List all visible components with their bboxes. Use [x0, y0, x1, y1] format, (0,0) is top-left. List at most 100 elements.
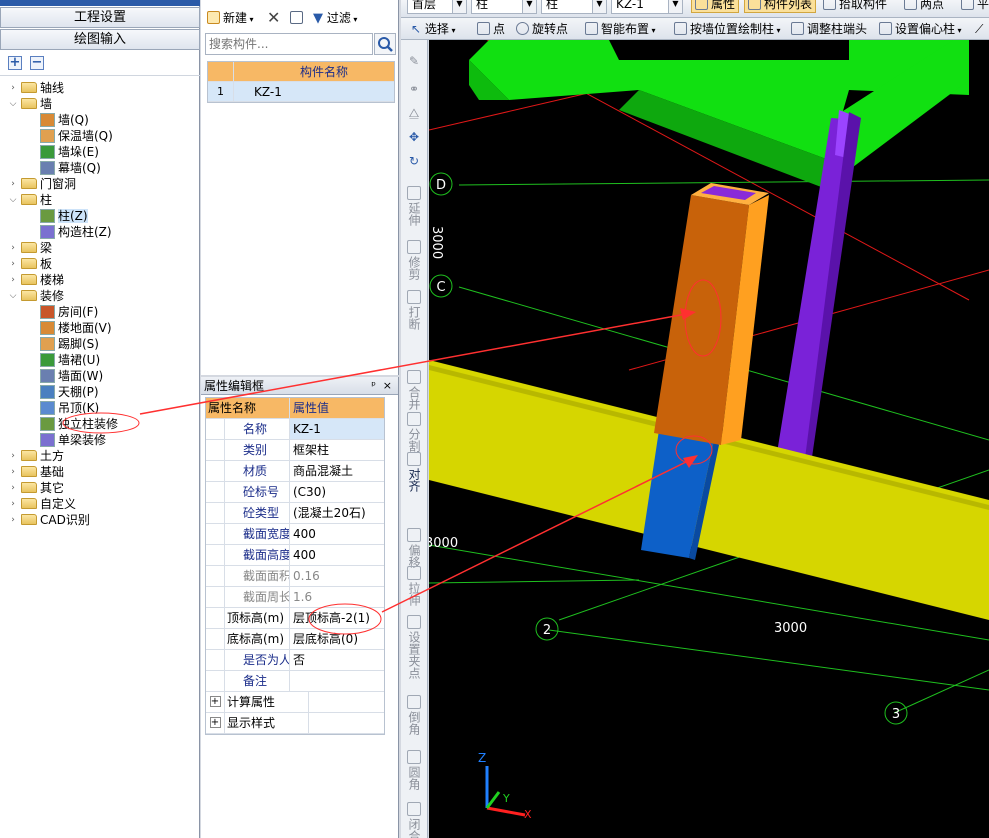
collapse-icon[interactable]: ⌵	[8, 288, 18, 304]
filter-button[interactable]: ▼ 过滤 ▾	[313, 10, 357, 26]
property-value[interactable]	[290, 671, 384, 691]
property-row[interactable]: 7截面高度(400	[206, 545, 384, 566]
tree-folder-node[interactable]: › 自定义	[8, 496, 76, 512]
adjust-end-button[interactable]: 调整柱端头	[791, 20, 867, 38]
tree-item-node[interactable]: 构造柱(Z)	[40, 224, 112, 240]
rotate-tool-icon[interactable]: ↻	[404, 154, 424, 168]
pin-icon[interactable]: ᵖ	[371, 377, 376, 395]
tree-item-node[interactable]: 楼地面(V)	[40, 320, 112, 336]
tree-folder-node[interactable]: › 土方	[8, 448, 64, 464]
pick-component-button[interactable]: 拾取构件	[823, 0, 887, 14]
expand-group-icon[interactable]: +	[209, 716, 221, 728]
tree-item-node[interactable]: 吊顶(K)	[40, 400, 99, 416]
property-value[interactable]	[309, 692, 384, 712]
delete-icon[interactable]: ✕	[267, 10, 280, 26]
property-value[interactable]	[309, 713, 384, 733]
tree-folder-node[interactable]: › 板	[8, 256, 52, 272]
tree-folder-node[interactable]: › CAD识别	[8, 512, 90, 528]
vertical-tool-button[interactable]: 对齐	[404, 452, 424, 495]
expand-icon[interactable]: ›	[8, 272, 18, 288]
move-icon[interactable]: ✥	[404, 130, 424, 144]
vertical-tool-button[interactable]: 分割	[404, 412, 424, 455]
property-row[interactable]: 4 砼标号 (C30)	[206, 482, 384, 503]
expand-icon[interactable]: ›	[8, 176, 18, 192]
tree-folder-node[interactable]: › 其它	[8, 480, 64, 496]
close-icon[interactable]: ×	[383, 377, 392, 395]
property-button[interactable]: 属性	[691, 0, 740, 13]
property-value[interactable]: 层底标高(0)	[290, 629, 384, 649]
property-row[interactable]: + 显示样式	[206, 713, 384, 734]
draw-by-wall-button[interactable]: 按墙位置绘制柱 ▾	[674, 20, 781, 38]
property-row[interactable]: 8截面面积(m0.16	[206, 566, 384, 587]
expand-icon[interactable]: ›	[8, 496, 18, 512]
property-row[interactable]: 1 名称 KZ-1	[206, 419, 384, 440]
tree-item-node[interactable]: 幕墙(Q)	[40, 160, 101, 176]
expand-icon[interactable]: ›	[8, 240, 18, 256]
tree-item-node[interactable]: 柱(Z)	[40, 208, 88, 224]
vertical-tool-button[interactable]: 偏移	[404, 528, 424, 571]
vertical-tool-button[interactable]: 拉伸	[404, 566, 424, 609]
drawing-input-button[interactable]: 绘图输入	[0, 29, 200, 50]
vertical-tool-button[interactable]: 闭合	[404, 802, 424, 838]
tree-item-node[interactable]: 墙(Q)	[40, 112, 89, 128]
tree-folder-node[interactable]: ⌵ 装修	[8, 288, 64, 304]
vertical-tool-button[interactable]: 打断	[404, 290, 424, 333]
property-value[interactable]: 否	[290, 650, 384, 670]
property-value[interactable]: 框架柱	[290, 440, 384, 460]
table-row[interactable]: 1 KZ-1	[208, 82, 394, 102]
property-row[interactable]: 12是否为人防否	[206, 650, 384, 671]
brush-icon[interactable]: ✎	[404, 54, 424, 68]
tree-item-node[interactable]: 墙裙(U)	[40, 352, 100, 368]
property-row[interactable]: 13 备注	[206, 671, 384, 692]
two-point-button[interactable]: 两点	[904, 0, 944, 14]
floor-select[interactable]: 首层 ▼	[407, 0, 467, 14]
property-row[interactable]: + 计算属性	[206, 692, 384, 713]
expand-icon[interactable]: ›	[8, 256, 18, 272]
search-input[interactable]	[205, 33, 373, 55]
tree-item-node[interactable]: 天棚(P)	[40, 384, 99, 400]
collapse-icon[interactable]: ⌵	[8, 192, 18, 208]
vertical-tool-button[interactable]: 倒角	[404, 695, 424, 738]
tree-folder-node[interactable]: › 梁	[8, 240, 52, 256]
new-button[interactable]: 新建 ▾	[207, 10, 254, 26]
tree-item-node[interactable]: 保温墙(Q)	[40, 128, 113, 144]
tree-folder-node[interactable]: › 轴线	[8, 80, 64, 96]
property-value[interactable]: KZ-1	[290, 419, 384, 439]
tree-item-node[interactable]: 踢脚(S)	[40, 336, 99, 352]
3d-viewport[interactable]: D C 2 3 3000 3000 3000 Z Y X	[429, 40, 989, 838]
expand-all-icon[interactable]: +	[8, 56, 22, 70]
more-tools-icon[interactable]: ⟋	[975, 20, 983, 38]
expand-icon[interactable]: ›	[8, 448, 18, 464]
tree-folder-node[interactable]: ⌵ 柱	[8, 192, 52, 208]
vertical-tool-button[interactable]: 设置夹点	[404, 615, 424, 682]
copy-move-icon[interactable]: ⚭	[404, 82, 424, 96]
vertical-tool-button[interactable]: 修剪	[404, 240, 424, 283]
expand-icon[interactable]: ›	[8, 80, 18, 96]
property-row[interactable]: 10 顶标高(m) 层顶标高-2(1)	[206, 608, 384, 629]
set-offset-button[interactable]: 设置偏心柱 ▾	[879, 20, 962, 38]
tree-item-node[interactable]: 墙垛(E)	[40, 144, 99, 160]
expand-icon[interactable]: ›	[8, 512, 18, 528]
vertical-tool-button[interactable]: 合并	[404, 370, 424, 413]
tree-item-node[interactable]: 单梁装修	[40, 432, 106, 448]
subtype-select[interactable]: 柱 ▼	[541, 0, 607, 14]
tree-item-node[interactable]: 独立柱装修	[40, 416, 118, 432]
tree-folder-node[interactable]: › 基础	[8, 464, 64, 480]
parallel-button[interactable]: 平	[961, 0, 989, 14]
tree-folder-node[interactable]: › 门窗洞	[8, 176, 76, 192]
property-row[interactable]: 6截面宽度(400	[206, 524, 384, 545]
component-list-button[interactable]: 构件列表	[744, 0, 817, 13]
vertical-tool-button[interactable]: 圆角	[404, 750, 424, 793]
copy-icon[interactable]	[290, 10, 306, 26]
property-value[interactable]: 层顶标高-2(1)	[290, 608, 384, 628]
property-row[interactable]: 2 类别 框架柱	[206, 440, 384, 461]
property-value[interactable]: (混凝土20石)	[290, 503, 384, 523]
tree-item-node[interactable]: 墙面(W)	[40, 368, 103, 384]
component-select[interactable]: KZ-1 ▼	[611, 0, 683, 14]
expand-icon[interactable]: ›	[8, 464, 18, 480]
collapse-all-icon[interactable]: −	[30, 56, 44, 70]
point-button[interactable]: 点	[477, 20, 505, 38]
property-value[interactable]: 400	[290, 524, 384, 544]
smart-layout-button[interactable]: 智能布置 ▾	[585, 20, 656, 38]
property-row[interactable]: 11 底标高(m) 层底标高(0)	[206, 629, 384, 650]
